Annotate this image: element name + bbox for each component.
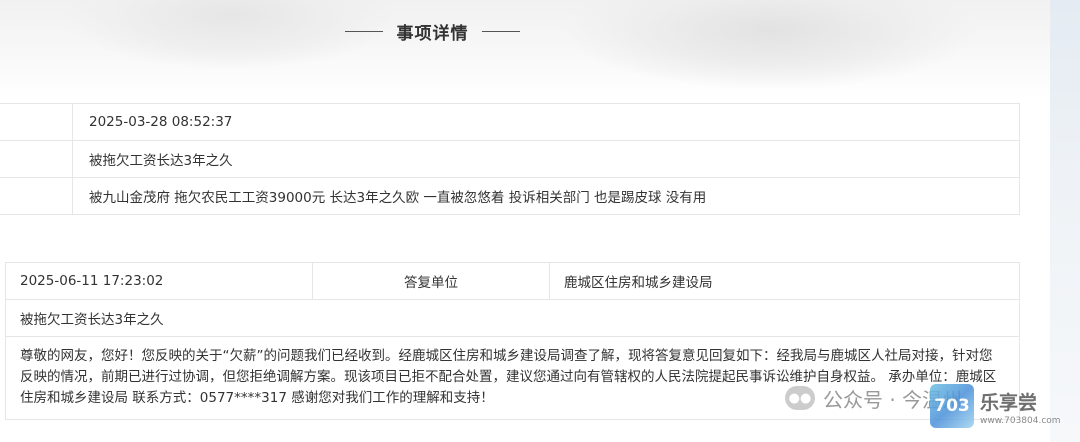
question-date: 2025-03-28 08:52:37 xyxy=(72,103,1020,141)
logo-mark: 703 xyxy=(930,384,974,428)
reply-unit-label: 答复单位 xyxy=(312,262,550,300)
table-row: 2025-03-28 08:52:37 xyxy=(0,103,1020,141)
header-banner xyxy=(0,0,1080,100)
logo-url: www.703804.com xyxy=(980,416,1061,426)
table-row: 2025-06-11 17:23:02 答复单位 鹿城区住房和城乡建设局 xyxy=(5,262,1020,300)
table-row: 被九山金茂府 拖欠农民工工资39000元 长达3年之久欧 一直被忽悠着 投诉相关… xyxy=(0,177,1020,215)
title-divider-right xyxy=(482,30,520,32)
wechat-icon: ●● xyxy=(785,386,815,410)
question-subject: 被拖欠工资长达3年之久 xyxy=(72,140,1020,178)
row-label-cell xyxy=(0,177,73,215)
page-title: 事项详情 xyxy=(396,23,469,44)
reply-date: 2025-06-11 17:23:02 xyxy=(5,262,313,300)
row-label-cell xyxy=(0,140,73,178)
page-title-group: 事项详情 xyxy=(345,16,520,46)
table-row: 被拖欠工资长达3年之久 xyxy=(5,299,1020,337)
question-table: 2025-03-28 08:52:37 被拖欠工资长达3年之久 被九山金茂府 拖… xyxy=(0,103,1020,215)
table-row: 被拖欠工资长达3年之久 xyxy=(0,140,1020,178)
question-content: 被九山金茂府 拖欠农民工工资39000元 长达3年之久欧 一直被忽悠着 投诉相关… xyxy=(72,177,1020,215)
row-label-cell xyxy=(0,103,73,141)
banner-decoration xyxy=(560,0,980,90)
title-divider-left xyxy=(345,30,383,32)
reply-subject: 被拖欠工资长达3年之久 xyxy=(5,299,1020,337)
reply-unit-value: 鹿城区住房和城乡建设局 xyxy=(549,262,1020,300)
side-strip xyxy=(1050,0,1080,442)
logo-name: 乐享尝 xyxy=(980,392,1038,414)
site-logo: 703 乐享尝 www.703804.com xyxy=(930,384,1061,434)
